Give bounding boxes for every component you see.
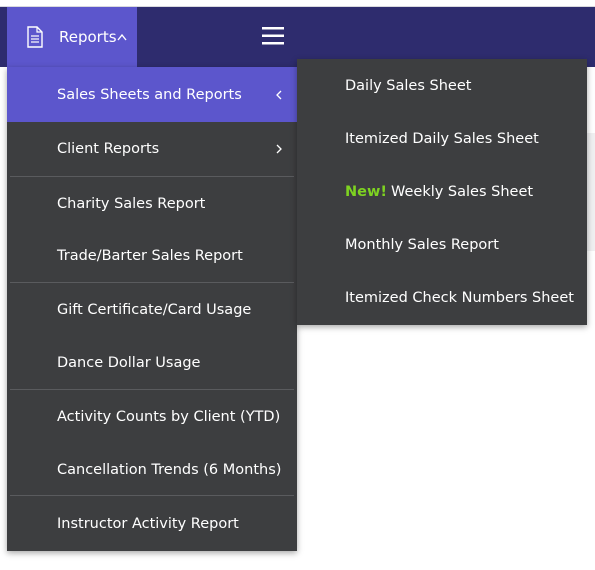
submenu-item-text: New! Weekly Sales Sheet: [345, 184, 533, 200]
menu-item-label: Charity Sales Report: [57, 195, 206, 212]
submenu-item-weekly-sales-sheet[interactable]: New! Weekly Sales Sheet: [297, 165, 587, 218]
submenu-item-label: Itemized Daily Sales Sheet: [345, 130, 539, 147]
submenu-item-label: Weekly Sales Sheet: [390, 183, 534, 200]
menu-item-gift-certificate-card-usage[interactable]: Gift Certificate/Card Usage: [7, 283, 297, 337]
document-icon: [27, 26, 43, 48]
menu-item-dance-dollar-usage[interactable]: Dance Dollar Usage: [7, 337, 297, 389]
menu-item-label: Sales Sheets and Reports: [57, 86, 242, 103]
submenu-item-itemized-check-numbers-sheet[interactable]: Itemized Check Numbers Sheet: [297, 271, 587, 324]
hamburger-icon[interactable]: [262, 26, 284, 46]
menu-item-label: Trade/Barter Sales Report: [57, 248, 243, 264]
submenu-item-daily-sales-sheet[interactable]: Daily Sales Sheet: [297, 59, 587, 112]
submenu-item-label: Monthly Sales Report: [345, 236, 499, 253]
chevron-left-icon: [276, 90, 282, 99]
reports-dropdown-menu: Sales Sheets and Reports Client Reports …: [7, 67, 297, 551]
menu-item-label: Gift Certificate/Card Usage: [57, 302, 252, 318]
menu-item-label: Dance Dollar Usage: [57, 355, 201, 371]
submenu-item-label: Daily Sales Sheet: [345, 77, 472, 94]
menu-item-trade-barter-sales-report[interactable]: Trade/Barter Sales Report: [7, 230, 297, 282]
menu-item-activity-counts-by-client[interactable]: Activity Counts by Client (YTD): [7, 390, 297, 444]
menu-item-label: Activity Counts by Client (YTD): [57, 409, 281, 425]
menu-item-client-reports[interactable]: Client Reports: [7, 122, 297, 176]
submenu-item-itemized-daily-sales-sheet[interactable]: Itemized Daily Sales Sheet: [297, 112, 587, 165]
submenu-item-label: Itemized Check Numbers Sheet: [345, 289, 574, 306]
reports-menu-button[interactable]: Reports: [7, 7, 137, 67]
menu-item-charity-sales-report[interactable]: Charity Sales Report: [7, 177, 297, 230]
menu-item-label: Cancellation Trends (6 Months): [57, 461, 282, 478]
reports-label: Reports: [59, 28, 117, 46]
sales-sheets-submenu: Daily Sales Sheet Itemized Daily Sales S…: [297, 59, 587, 325]
submenu-item-monthly-sales-report[interactable]: Monthly Sales Report: [297, 218, 587, 271]
menu-item-cancellation-trends[interactable]: Cancellation Trends (6 Months): [7, 444, 297, 495]
menu-item-sales-sheets-and-reports[interactable]: Sales Sheets and Reports: [7, 67, 297, 122]
chevron-up-icon: [117, 33, 127, 41]
chevron-right-icon: [276, 144, 282, 154]
menu-item-label: Client Reports: [57, 141, 160, 157]
new-badge: New!: [345, 183, 387, 200]
top-border: [0, 0, 595, 7]
menu-item-label: Instructor Activity Report: [57, 515, 239, 532]
menu-item-instructor-activity-report[interactable]: Instructor Activity Report: [7, 496, 297, 551]
